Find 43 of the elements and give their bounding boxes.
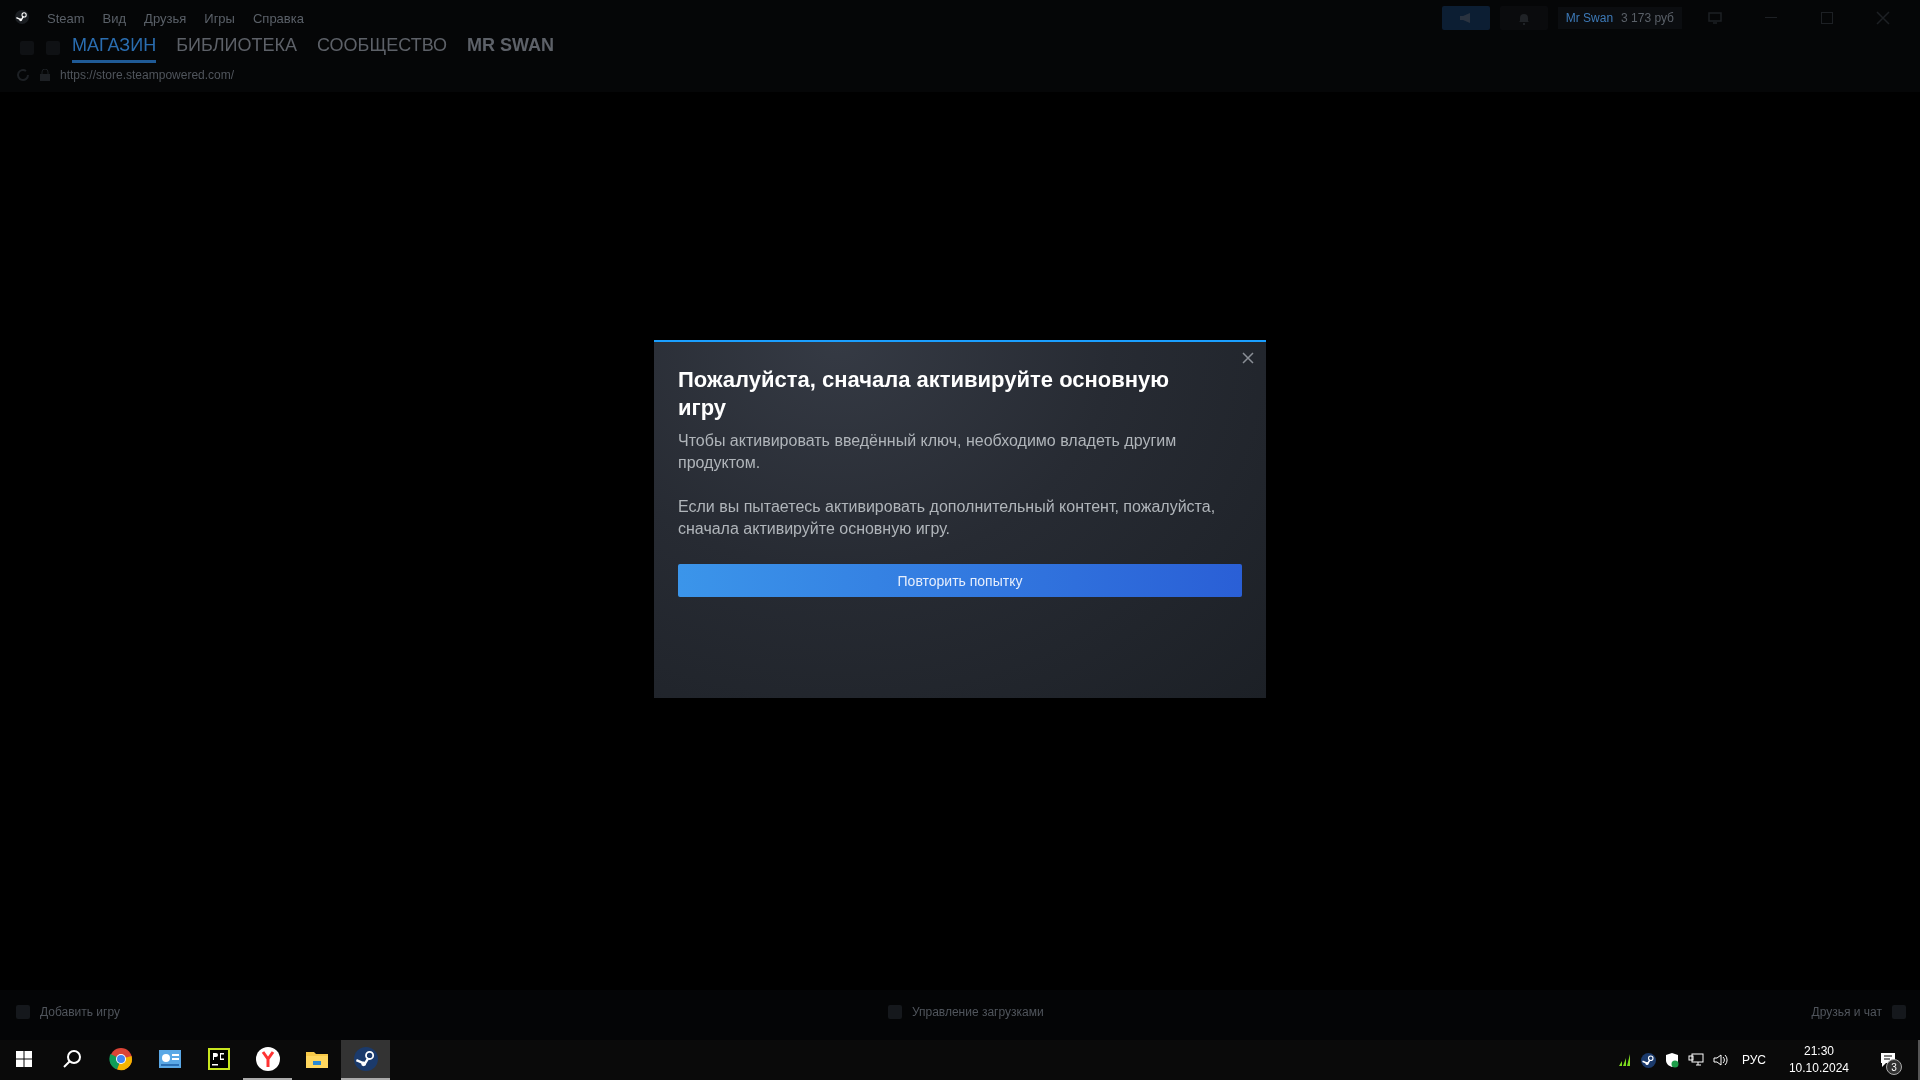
notification-count: 3 bbox=[1886, 1059, 1902, 1075]
language-indicator[interactable]: РУС bbox=[1741, 1053, 1766, 1067]
ide-icon bbox=[207, 1048, 230, 1070]
notifications-button[interactable]: 3 bbox=[1868, 1040, 1908, 1080]
menu-item[interactable]: Игры bbox=[204, 10, 235, 26]
nav-tab[interactable]: БИБЛИОТЕКА bbox=[176, 33, 297, 63]
lock-icon bbox=[40, 69, 50, 81]
add-game-button[interactable]: Добавить игру bbox=[40, 1005, 120, 1019]
signal-icon[interactable] bbox=[1617, 1053, 1632, 1067]
nav-tab[interactable]: СООБЩЕСТВО bbox=[316, 33, 448, 63]
downloads-button[interactable]: Управление загрузками bbox=[911, 1005, 1044, 1019]
network-icon[interactable] bbox=[1687, 1053, 1704, 1067]
volume-icon[interactable] bbox=[1712, 1053, 1729, 1067]
steam-icon[interactable] bbox=[1640, 1052, 1656, 1068]
dialog-message: Если вы пытаетесь активировать дополнительный контент, пожалуйста, сначала активируйте основную игру. bbox=[678, 497, 1217, 539]
search-icon bbox=[62, 1049, 82, 1069]
account-menu[interactable]: Mr Swan 3 173 руб bbox=[1557, 7, 1682, 29]
taskbar-app[interactable] bbox=[341, 1040, 390, 1080]
megaphone-icon bbox=[1458, 12, 1473, 24]
dashboard-icon bbox=[158, 1050, 181, 1068]
menu-item[interactable]: Вид bbox=[102, 10, 127, 26]
menu-item[interactable]: Steam bbox=[47, 10, 85, 26]
account-name: Mr Swan bbox=[1565, 11, 1614, 25]
nav-tab[interactable]: МАГАЗИН bbox=[72, 33, 157, 63]
close-icon bbox=[1242, 352, 1254, 364]
steam-icon bbox=[353, 1047, 378, 1071]
windows-logo-icon bbox=[16, 1051, 32, 1067]
browser-icon bbox=[255, 1047, 280, 1071]
url-text: https://store.steampowered.com/ bbox=[60, 68, 235, 82]
dialog-message: Чтобы активировать введённый ключ, необходимо владеть другим продуктом. bbox=[678, 431, 1178, 473]
wallet-balance: 3 173 руб bbox=[1621, 11, 1674, 25]
dialog-title: Пожалуйста, сначала активируйте основную игру bbox=[678, 366, 1171, 422]
bell-icon bbox=[1517, 11, 1530, 25]
steam-logo-icon bbox=[15, 9, 29, 27]
shield-icon[interactable] bbox=[1664, 1052, 1679, 1068]
clock[interactable]: 21:30 10.10.2024 bbox=[1788, 1043, 1849, 1077]
menu-item[interactable]: Друзья bbox=[144, 10, 187, 26]
folder-icon bbox=[305, 1050, 328, 1068]
friends-chat-button[interactable]: Друзья и чат bbox=[1811, 1005, 1882, 1019]
nav-tab[interactable]: MR SWAN bbox=[467, 33, 555, 63]
browser-icon bbox=[108, 1047, 133, 1071]
menu-item[interactable]: Справка bbox=[252, 10, 304, 26]
retry-button[interactable]: Повторить попытку bbox=[678, 564, 1242, 597]
